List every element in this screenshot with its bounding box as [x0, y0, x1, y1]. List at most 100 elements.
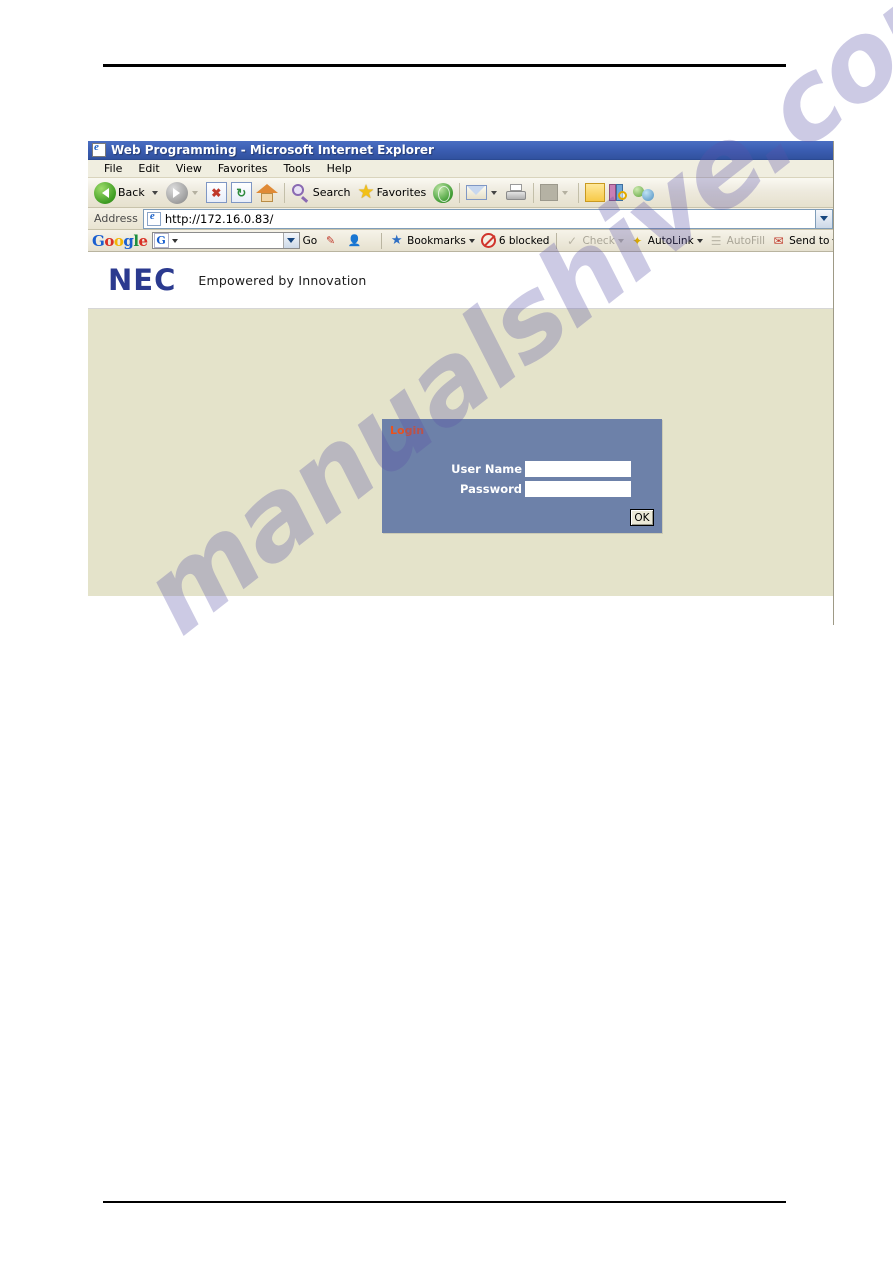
browser-window: Web Programming - Microsoft Internet Exp…	[88, 141, 834, 625]
search-button[interactable]: Search	[289, 181, 356, 205]
print-button[interactable]	[503, 181, 529, 205]
password-label: Password	[460, 482, 522, 496]
google-check-label: Check	[582, 234, 615, 247]
autolink-wand-icon: ✦	[632, 233, 643, 248]
address-history-dropdown[interactable]	[816, 208, 833, 229]
window-title: Web Programming - Microsoft Internet Exp…	[111, 143, 434, 157]
toolbar-separator	[533, 182, 535, 203]
mail-button[interactable]	[464, 181, 503, 205]
spellcheck-icon: ✓	[566, 233, 577, 248]
favorites-button[interactable]: ★ Favorites	[356, 181, 432, 205]
nec-logo: NEC	[108, 262, 177, 297]
edit-chevron-down-icon	[562, 190, 569, 195]
highlighter-icon: ✎	[326, 234, 336, 247]
settings-people-icon: 👤	[347, 234, 362, 247]
username-label: User Name	[451, 462, 522, 476]
blocked-icon	[480, 233, 496, 248]
menu-item-tools[interactable]: Tools	[276, 162, 319, 175]
google-autofill-label: AutoFill	[726, 234, 766, 247]
google-popup-blocker-status[interactable]: 6 blocked	[478, 233, 553, 248]
mail-chevron-down-icon[interactable]	[491, 190, 498, 195]
toolbar-separator	[578, 182, 580, 203]
search-icon	[291, 183, 311, 203]
google-site-chevron-down-icon[interactable]	[171, 238, 178, 243]
google-bookmarks-label: Bookmarks	[407, 234, 466, 247]
google-sendto-button[interactable]: ✉ Send to	[768, 233, 833, 248]
favorites-button-label: Favorites	[376, 186, 427, 199]
google-sendto-label: Send to	[789, 234, 830, 247]
footer-rule	[103, 1201, 786, 1203]
menu-item-help[interactable]: Help	[319, 162, 360, 175]
page-viewport: NEC Empowered by Innovation Login User N…	[88, 252, 833, 625]
google-go-label: Go	[302, 234, 318, 247]
home-button[interactable]	[254, 181, 280, 205]
username-row: User Name	[438, 461, 631, 477]
header-rule	[103, 64, 786, 67]
google-highlight-button[interactable]: ✎	[320, 233, 344, 248]
refresh-button[interactable]: ↻	[229, 181, 254, 205]
document-page: Web Programming - Microsoft Internet Exp…	[0, 0, 893, 1263]
research-button[interactable]	[607, 181, 631, 205]
login-panel: Login User Name Password OK	[382, 419, 662, 533]
menu-item-file[interactable]: File	[96, 162, 130, 175]
google-toolbar-separator	[556, 232, 558, 249]
username-input[interactable]	[525, 461, 631, 477]
back-history-chevron-down-icon[interactable]	[151, 190, 158, 195]
google-toolbar: Google G Go ✎ 👤 ★ Bookmarks 6 blocked ✓ …	[88, 230, 833, 252]
globe-icon	[433, 182, 454, 203]
google-autofill-button: ☰ AutoFill	[706, 233, 768, 248]
address-input-wrap[interactable]: http://172.16.0.83/	[142, 208, 816, 229]
menu-item-view[interactable]: View	[168, 162, 210, 175]
edit-icon	[540, 184, 559, 201]
forward-history-chevron-down-icon[interactable]	[191, 190, 198, 195]
google-logo-g1: G	[92, 231, 105, 250]
back-button-label: Back	[118, 186, 145, 199]
google-search-history-dropdown[interactable]	[282, 233, 299, 248]
autofill-form-icon: ☰	[710, 233, 722, 248]
mail-icon	[466, 185, 488, 200]
research-icon	[609, 183, 629, 202]
google-logo-g2: g	[123, 231, 134, 250]
toolbar-separator	[459, 182, 461, 203]
back-arrow-icon	[94, 181, 116, 204]
forward-button[interactable]	[164, 181, 204, 205]
browser-titlebar: Web Programming - Microsoft Internet Exp…	[88, 141, 833, 160]
google-logo-o2: o	[113, 231, 124, 250]
browser-toolbar: Back ✖ ↻ Search ★ Favorites	[88, 178, 833, 208]
media-button[interactable]	[431, 181, 455, 205]
nec-tagline: Empowered by Innovation	[198, 272, 367, 288]
stop-icon: ✖	[205, 182, 227, 203]
password-row: Password	[438, 481, 631, 497]
printer-icon	[505, 183, 527, 202]
home-icon	[255, 183, 278, 203]
messenger-button[interactable]	[631, 181, 657, 205]
chevron-down-icon	[820, 216, 828, 221]
google-go-button[interactable]: Go	[300, 235, 321, 247]
address-input[interactable]: http://172.16.0.83/	[165, 212, 274, 226]
star-icon: ★	[357, 182, 375, 203]
login-panel-title: Login	[390, 424, 425, 437]
back-button[interactable]: Back	[92, 181, 164, 205]
menubar: File Edit View Favorites Tools Help	[88, 160, 833, 178]
bookmark-star-icon: ★	[390, 233, 403, 248]
site-header: NEC Empowered by Innovation	[88, 252, 833, 309]
google-toolbar-separator	[381, 232, 383, 249]
menu-item-favorites[interactable]: Favorites	[210, 162, 276, 175]
ok-button[interactable]: OK	[630, 509, 654, 526]
google-autolink-button[interactable]: ✦ AutoLink	[627, 233, 706, 248]
google-site-badge-icon: G	[153, 233, 169, 248]
sendto-icon: ✉	[773, 233, 784, 248]
notes-button[interactable]	[583, 181, 607, 205]
google-search-input[interactable]: G	[151, 232, 300, 249]
refresh-icon: ↻	[230, 182, 252, 203]
edit-button	[538, 181, 574, 205]
address-bar: Address http://172.16.0.83/	[88, 208, 833, 230]
google-logo-o1: o	[104, 231, 114, 250]
google-bookmarks-button[interactable]: ★ Bookmarks	[386, 233, 478, 248]
stop-button[interactable]: ✖	[204, 181, 229, 205]
page-content: Login User Name Password OK	[88, 309, 833, 596]
menu-item-edit[interactable]: Edit	[130, 162, 167, 175]
google-popup-settings-button[interactable]: 👤	[344, 233, 377, 248]
password-input[interactable]	[525, 481, 631, 497]
note-icon	[585, 183, 606, 202]
